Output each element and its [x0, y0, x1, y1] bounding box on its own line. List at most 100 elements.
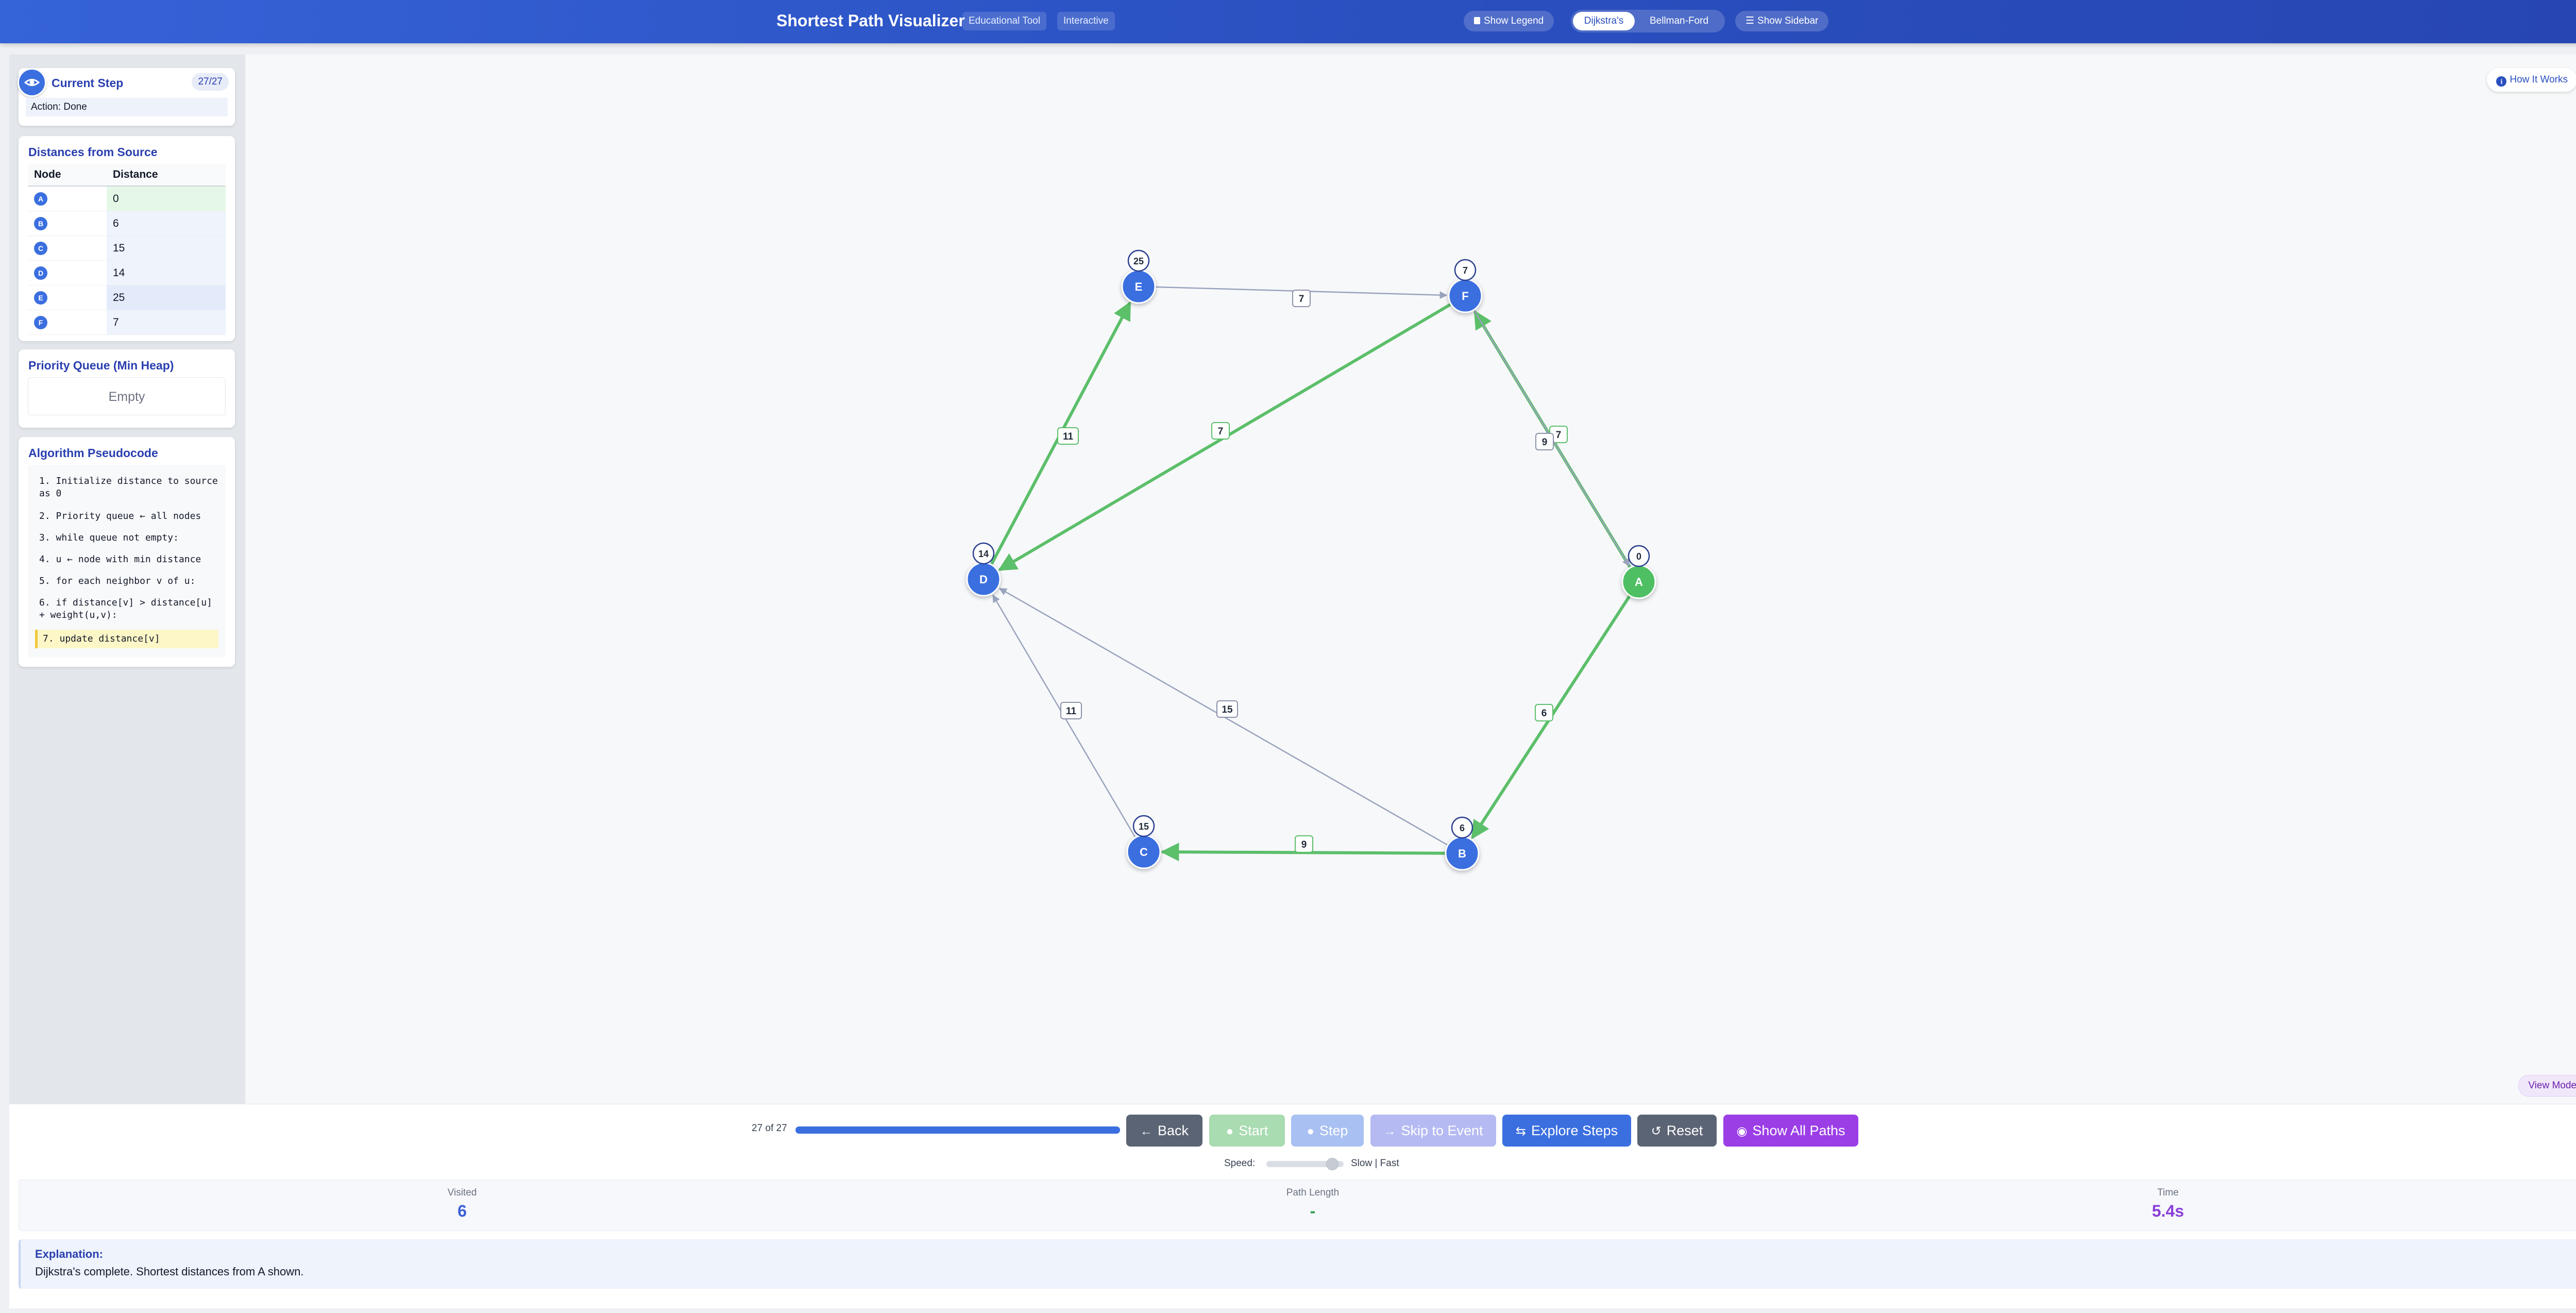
explanation-box: Explanation: Dijkstra's complete. Shorte… [19, 1239, 2576, 1289]
pseudocode-block: 1. Initialize distance to source as 0 2.… [28, 465, 226, 658]
show-all-paths-button[interactable]: ◉ Show All Paths [1723, 1115, 1858, 1147]
node-cell: E [28, 285, 107, 310]
graph-node-label: D [979, 573, 988, 586]
priority-queue-empty: Empty [28, 377, 226, 415]
distance-cell: 25 [107, 285, 226, 310]
play-icon: ● [1226, 1124, 1234, 1138]
reset-label: Reset [1666, 1123, 1703, 1138]
node-badge: D [34, 266, 47, 280]
edge-weight-label: 9 [1542, 437, 1548, 448]
node-distance-label: 25 [1133, 256, 1144, 266]
eye-icon: ◉ [1736, 1124, 1748, 1138]
show-legend-label: Show Legend [1484, 15, 1544, 26]
node-distance-label: 6 [1460, 823, 1465, 833]
graph-canvas[interactable]: 6 7 9 9 15 11 7 11 7 A 0 B 6 C 15 D 14 E 25 F 7 i How It Work… [245, 55, 2576, 1104]
show-sidebar-label: Show Sidebar [1757, 15, 1819, 26]
node-badge: A [34, 192, 47, 206]
algo-dijkstra-option[interactable]: Dijkstra's [1573, 12, 1635, 30]
pseudocode-title: Algorithm Pseudocode [28, 446, 158, 460]
visited-value: 6 [457, 1202, 467, 1220]
explore-label: Explore Steps [1531, 1123, 1618, 1138]
algorithm-toggle: Dijkstra's Bellman-Ford [1571, 10, 1725, 32]
time-value: 5.4s [2151, 1202, 2184, 1220]
info-icon: i [2496, 76, 2507, 87]
node-cell: F [28, 310, 107, 335]
edge-weight-label: 9 [1301, 839, 1307, 850]
algo-bellman-ford-option[interactable]: Bellman-Ford [1638, 12, 1720, 30]
sidebar: Current Step 27/27 Action: Done Distance… [9, 55, 245, 1104]
distance-cell: 6 [107, 211, 226, 236]
refresh-icon: ⇆ [1515, 1124, 1526, 1138]
how-it-works-label: How It Works [2510, 74, 2568, 85]
node-distance-label: 0 [1636, 551, 1641, 562]
educational-tool-badge: Educational Tool [962, 12, 1047, 30]
stats-bar: Visited 6 Path Length - Time 5.4s [19, 1180, 2576, 1231]
edge-weight-label: 7 [1556, 430, 1562, 441]
progress-bar [795, 1126, 1120, 1134]
start-label: Start [1239, 1123, 1268, 1138]
progress-fill [795, 1126, 1120, 1134]
node-distance-label: 14 [978, 549, 989, 559]
show-all-label: Show All Paths [1752, 1123, 1845, 1138]
pseudocode-line: 4. u ← node with min distance [39, 554, 201, 565]
arrow-right-icon: → [1383, 1124, 1396, 1138]
path-length-value: - [1310, 1202, 1316, 1220]
arrow-left-icon: ← [1140, 1124, 1153, 1138]
table-row: C 15 [28, 235, 226, 261]
app-title: Shortest Path Visualizer [776, 11, 965, 30]
table-row: B 6 [28, 211, 226, 236]
node-cell: C [28, 235, 107, 261]
node-badge: F [34, 315, 47, 329]
graph-node-label: E [1135, 280, 1143, 293]
reset-button[interactable]: ↺ Reset [1637, 1115, 1717, 1147]
back-label: Back [1157, 1123, 1189, 1138]
pseudocode-line: 1. Initialize distance to source as 0 [39, 476, 218, 499]
step-icon: ● [1307, 1124, 1314, 1138]
back-button[interactable]: ← Back [1126, 1115, 1202, 1147]
edge-weight-label: 15 [1222, 704, 1233, 715]
distance-column-header: Distance [107, 164, 226, 187]
pseudocode-line: 6. if distance[v] > distance[u] + weight… [39, 597, 212, 620]
distance-cell: 15 [107, 235, 226, 261]
how-it-works-button[interactable]: i How It Works [2487, 68, 2576, 92]
edge-weight-label: 6 [1541, 708, 1547, 719]
distances-header-row: Node Distance [28, 164, 226, 187]
explore-steps-button[interactable]: ⇆ Explore Steps [1502, 1115, 1631, 1147]
distances-table: Node Distance A 0 B 6 C 15 D 14 E 25 F 7 [28, 164, 226, 335]
step-button[interactable]: ● Step [1291, 1115, 1364, 1147]
legend-icon [1474, 17, 1480, 24]
interactive-badge: Interactive [1057, 12, 1115, 30]
node-cell: A [28, 186, 107, 211]
view-mode-badge[interactable]: View Mode [2518, 1075, 2576, 1097]
progress-label: 27 of 27 [752, 1123, 787, 1134]
node-column-header: Node [28, 164, 107, 187]
speed-slider-thumb[interactable] [1326, 1158, 1338, 1170]
node-badge: B [34, 216, 47, 230]
table-row: E 25 [28, 285, 226, 310]
graph-svg: 679915117117A0B6C15D14E25F7 [966, 249, 1656, 871]
graph-node-label: C [1140, 846, 1148, 858]
graph-node-label: A [1635, 576, 1643, 588]
show-legend-button[interactable]: Show Legend [1464, 11, 1554, 31]
step-label: Step [1319, 1123, 1348, 1138]
edge-weight-label: 7 [1218, 426, 1224, 437]
pseudocode-current-line: 7. update distance[v] [35, 630, 218, 648]
edge-weight-label: 11 [1066, 706, 1077, 717]
table-row: D 14 [28, 260, 226, 285]
graph-node-label: B [1458, 847, 1466, 860]
time-label: Time [2157, 1187, 2179, 1198]
start-button[interactable]: ● Start [1209, 1115, 1285, 1147]
show-sidebar-button[interactable]: ☰ Show Sidebar [1735, 11, 1829, 31]
skip-to-event-button[interactable]: → Skip to Event [1370, 1115, 1496, 1147]
table-row: F 7 [28, 310, 226, 335]
visited-label: Visited [447, 1187, 477, 1198]
path-length-label: Path Length [1286, 1187, 1340, 1198]
pseudocode-line: 5. for each neighbor v of u: [39, 576, 196, 586]
graph-node-label: F [1462, 290, 1468, 302]
edge-weight-label: 7 [1299, 294, 1304, 305]
step-counter-badge: 27/27 [192, 73, 229, 91]
speed-hint: Slow | Fast [1351, 1158, 1399, 1169]
skip-label: Skip to Event [1401, 1123, 1483, 1138]
table-row: A 0 [28, 186, 226, 211]
node-cell: B [28, 211, 107, 236]
